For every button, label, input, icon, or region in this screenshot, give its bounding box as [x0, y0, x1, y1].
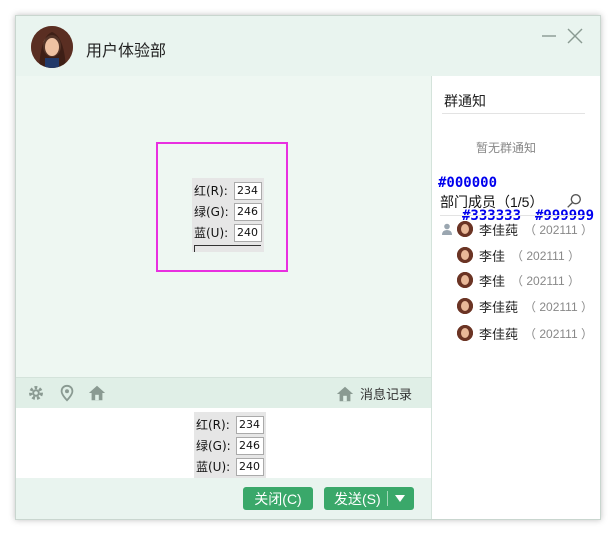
message-area[interactable]: 红(R): 234 绿(G): 246 蓝(U): 240: [16, 76, 431, 376]
rgb-values-panel: 红(R): 234 绿(G): 246 蓝(U): 240: [192, 178, 264, 252]
member-id: （ 202111 ）: [524, 299, 593, 314]
notice-empty-text: 暂无群通知: [476, 141, 537, 155]
rgb-label: 蓝(U):: [194, 226, 229, 240]
rgb-row-blue: 蓝(U): 240: [194, 222, 264, 243]
rgb-value: 246: [234, 202, 262, 221]
group-sidebar: 群通知 暂无群通知 #000000 部门成员（1/5） #333333 #999…: [431, 76, 600, 519]
rgb-value: 240: [234, 223, 262, 242]
member-name: 李佳莼: [479, 326, 519, 342]
member-name: 李佳: [479, 248, 506, 264]
rgb-row-green: 绿(G): 246: [194, 201, 264, 222]
avatar: [457, 325, 473, 341]
member-name: 李佳: [479, 273, 506, 289]
rgb-values-panel: 红(R): 234 绿(G): 246 蓝(U): 240: [194, 412, 266, 486]
panel-edge: [194, 245, 261, 252]
rgb-label: 绿(G):: [194, 205, 229, 219]
divider: [440, 215, 585, 216]
gear-icon[interactable]: [27, 384, 45, 402]
rgb-value: 234: [234, 181, 262, 200]
rgb-label: 绿(G):: [196, 439, 231, 453]
color-tag-black: #000000: [438, 175, 498, 191]
message-history-button[interactable]: 消息记录: [336, 384, 412, 403]
rgb-value: 234: [236, 415, 264, 434]
member-item[interactable]: 李佳莼 （ 202111 ）: [457, 324, 593, 342]
chevron-down-icon[interactable]: [395, 495, 405, 502]
send-button[interactable]: 发送(S): [324, 487, 414, 510]
member-item[interactable]: 李佳 （ 202111 ）: [457, 271, 580, 289]
member-item[interactable]: 李佳 （ 202111 ）: [457, 246, 580, 264]
member-name: 李佳莼: [479, 299, 519, 315]
home-icon: [336, 386, 354, 401]
member-id: （ 202111 ）: [524, 326, 593, 341]
home-icon[interactable]: [88, 384, 106, 402]
member-item[interactable]: 李佳莼 （ 202111 ）: [457, 220, 593, 238]
member-name: 李佳莼: [479, 222, 519, 238]
rgb-label: 红(R):: [196, 418, 230, 432]
location-pin-icon[interactable]: [58, 384, 76, 402]
chat-window: 用户体验部 红(R): 234 绿(G): 246 蓝(U): 240 消息记录…: [15, 15, 601, 520]
person-icon: [442, 223, 452, 235]
chat-toolbar: 消息记录: [16, 377, 431, 409]
rgb-label: 红(R):: [194, 184, 228, 198]
rgb-label: 蓝(U):: [196, 460, 231, 474]
action-bar: 关闭(C) 发送(S): [16, 478, 431, 519]
avatar: [457, 272, 473, 288]
member-id: （ 202111 ）: [511, 273, 580, 288]
close-icon[interactable]: [565, 26, 585, 46]
divider: [442, 113, 585, 114]
message-input[interactable]: 红(R): 234 绿(G): 246 蓝(U): 240: [16, 408, 431, 486]
member-id: （ 202111 ）: [524, 222, 593, 237]
group-avatar[interactable]: [31, 26, 73, 68]
avatar: [457, 247, 473, 263]
minimize-icon[interactable]: [541, 28, 557, 44]
member-id: （ 202111 ）: [511, 248, 580, 263]
send-label: 发送(S): [334, 490, 381, 507]
title-bar: 用户体验部: [16, 16, 600, 76]
notice-title: 群通知: [444, 93, 486, 109]
color-preview-highlight: 红(R): 234 绿(G): 246 蓝(U): 240: [156, 142, 288, 272]
rgb-value: 240: [236, 457, 264, 476]
rgb-value: 246: [236, 436, 264, 455]
rgb-row-green: 绿(G): 246: [196, 435, 266, 456]
rgb-row-blue: 蓝(U): 240: [196, 456, 266, 477]
member-item[interactable]: 李佳莼 （ 202111 ）: [457, 297, 593, 315]
send-divider: [387, 491, 388, 506]
avatar: [457, 298, 473, 314]
rgb-row-red: 红(R): 234: [196, 414, 266, 435]
avatar: [457, 221, 473, 237]
window-title: 用户体验部: [86, 43, 167, 60]
rgb-row-red: 红(R): 234: [194, 180, 264, 201]
close-button[interactable]: 关闭(C): [243, 487, 313, 510]
history-label: 消息记录: [360, 387, 413, 402]
